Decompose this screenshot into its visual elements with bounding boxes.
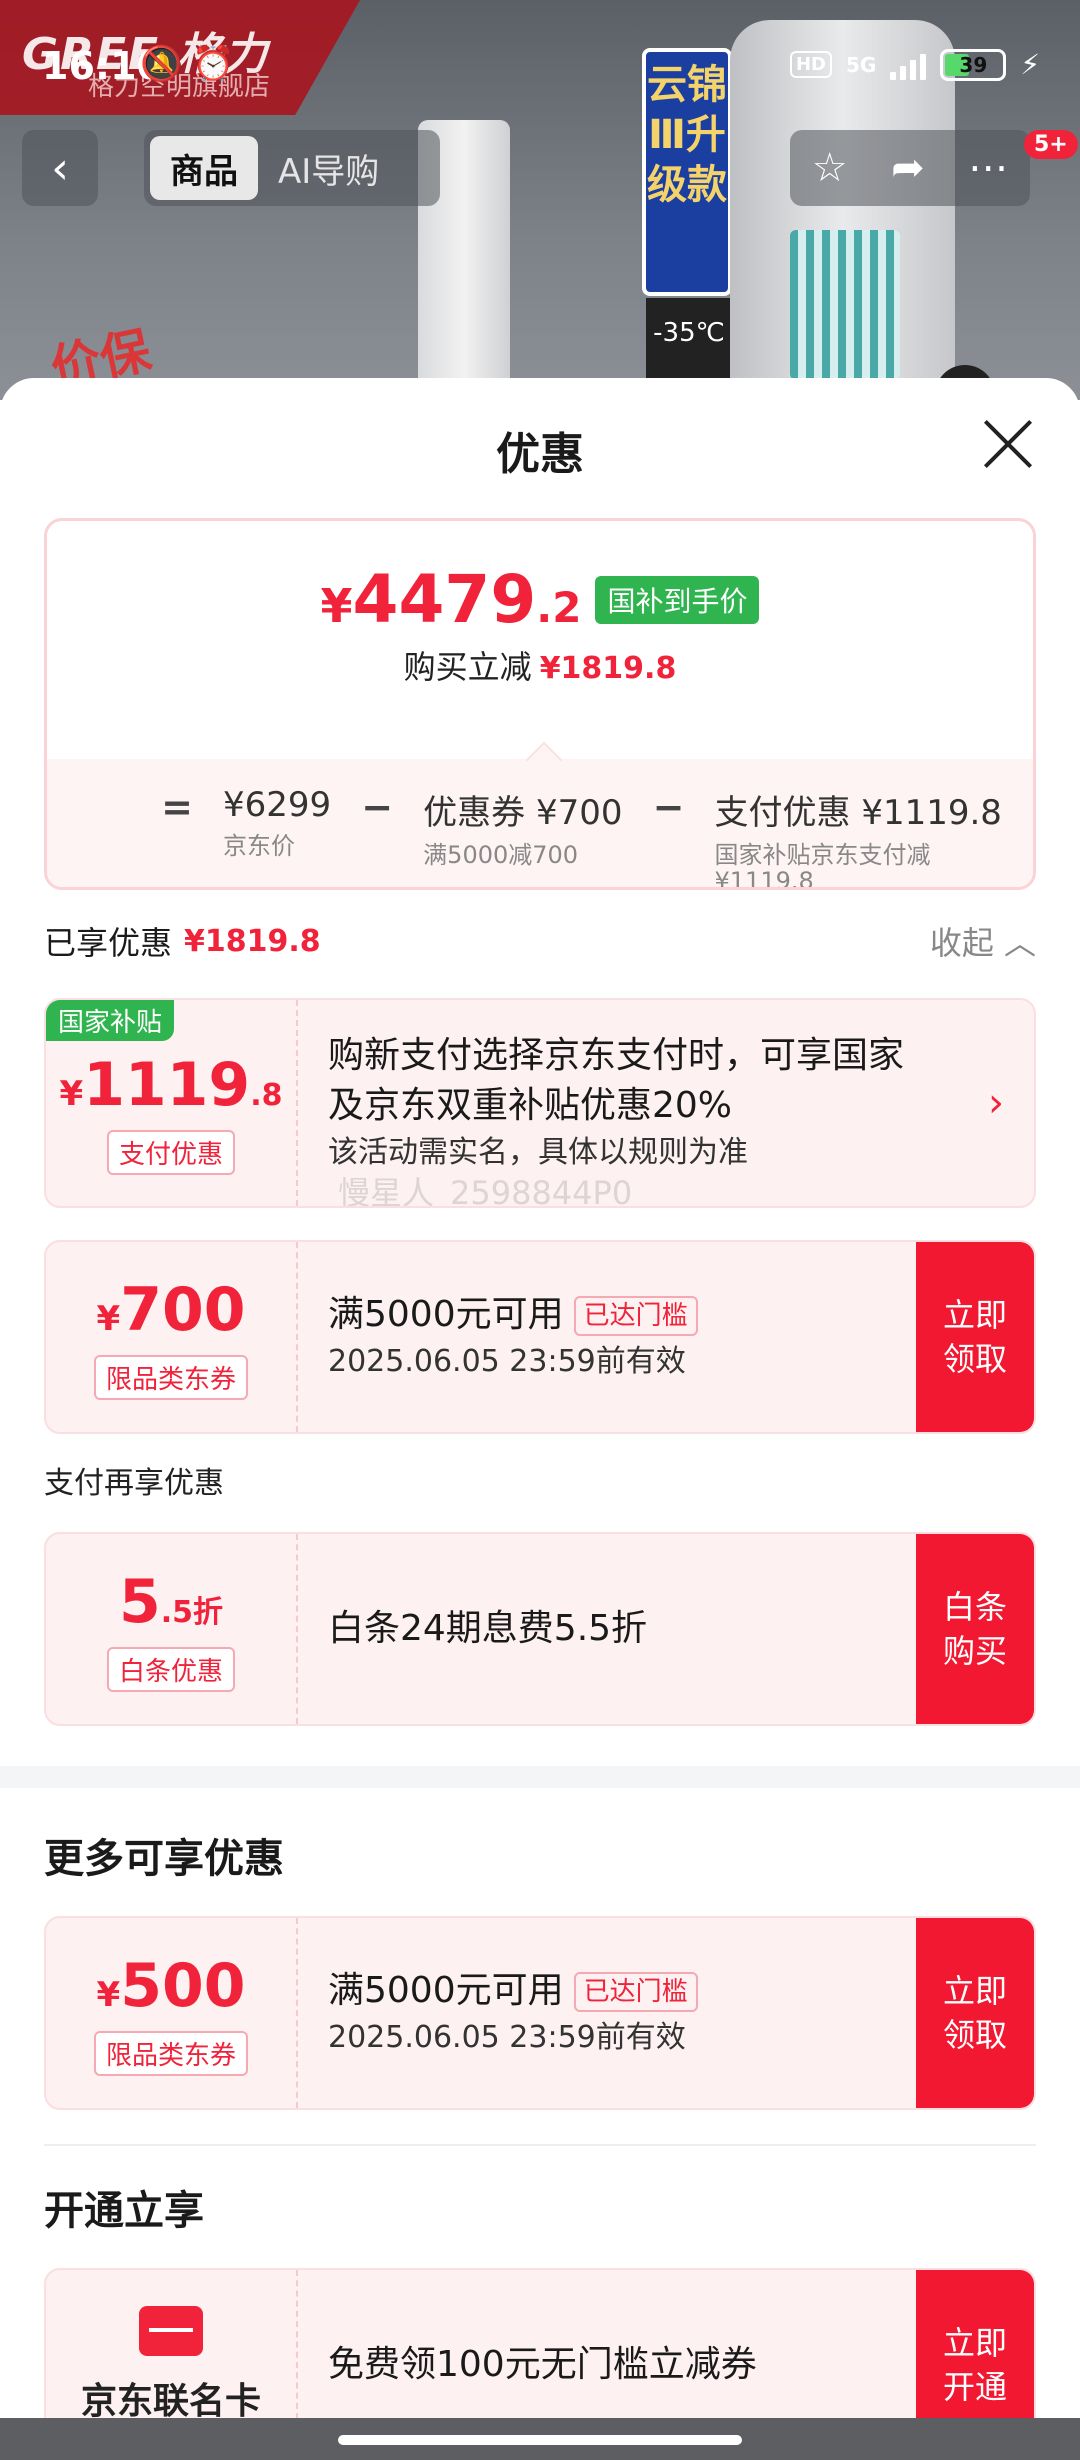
baitiao-card: 5 .5折 白条优惠 白条24期息费5.5折 白条购买	[44, 1532, 1036, 1726]
alarm-icon: ⏰	[192, 44, 245, 84]
pay-again-label: 支付再享优惠	[44, 1466, 224, 1501]
mute-icon: 🔕	[140, 44, 193, 84]
close-button[interactable]	[980, 416, 1036, 472]
open-cobrand-button[interactable]: 立即开通	[916, 2270, 1034, 2418]
tab-ai-guide[interactable]: AI导购	[258, 136, 399, 200]
minus-sign: −	[361, 785, 394, 829]
price-breakdown: = ¥6299 京东价 − 优惠券 ¥700 满5000减700 − 支付优惠 …	[47, 759, 1033, 890]
share-icon[interactable]: ➦	[891, 145, 925, 191]
tab-product[interactable]: 商品	[150, 136, 258, 200]
price-summary-card: ¥ 4479 .2 国补到手价 购买立减 ¥1819.8 = ¥6299 京东价 …	[44, 518, 1036, 890]
battery-level: 39	[959, 52, 988, 77]
more-icon[interactable]: ⋯	[968, 145, 1008, 191]
final-price: ¥ 4479 .2 国补到手价	[47, 561, 1033, 638]
back-button[interactable]: ‹	[22, 130, 98, 206]
pay-deduction: 支付优惠 ¥1119.8 国家补贴京东支付减 ¥1119.8	[714, 793, 1002, 890]
more-offers-title: 更多可享优惠	[44, 1836, 284, 1882]
home-indicator[interactable]	[338, 2435, 742, 2445]
status-icons-right: HD 5G 39 ⚡	[789, 48, 1040, 81]
baitiao-buy-button[interactable]: 白条购买	[916, 1534, 1034, 1724]
watermark: 慢星人_2598844P0	[338, 1174, 633, 1208]
battery-icon: 39	[940, 48, 1007, 81]
threshold-badge: 已达门槛	[573, 1972, 698, 2012]
charging-icon: ⚡	[1020, 48, 1040, 81]
top-nav: ‹ 商品 AI导购 ☆ ➦ ⋯	[0, 130, 1080, 208]
coupon-card-500: ¥ 500 限品类东券 满5000元可用 已达门槛 2025.06.05 23:5…	[44, 1916, 1036, 2110]
hd-icon: HD	[789, 51, 832, 78]
star-icon[interactable]: ☆	[812, 145, 848, 191]
coupon-card-700: ¥ 700 限品类东券 满5000元可用 已达门槛 2025.06.05 23:5…	[44, 1240, 1036, 1434]
subsidy-card[interactable]: 国家补贴 ¥ 1119 .8 支付优惠 购新支付选择京东支付时，可享国家 及京东…	[44, 998, 1036, 1208]
action-group: ☆ ➦ ⋯	[790, 130, 1030, 206]
coupon-deduction: 优惠券 ¥700 满5000减700	[423, 793, 623, 869]
open-to-enjoy-title: 开通立享	[44, 2188, 204, 2234]
enjoyed-value: ¥1819.8	[184, 923, 321, 959]
chevron-right-icon[interactable]: ›	[988, 1080, 1004, 1126]
tab-bar: 商品 AI导购	[144, 130, 440, 206]
signal-icon	[890, 50, 927, 80]
claim-coupon-button[interactable]: 立即领取	[916, 1242, 1034, 1432]
sheet-title: 优惠	[496, 429, 584, 480]
national-subsidy-tag: 国家补贴	[46, 1000, 175, 1041]
status-bar: 16:10 🔕⏰ HD 5G 39 ⚡	[0, 0, 1080, 140]
chevron-left-icon: ‹	[51, 142, 69, 194]
promo-sheet: 优惠 ¥ 4479 .2 国补到手价 购买立减 ¥1819.8 = ¥6299 京…	[0, 378, 1080, 2418]
enjoyed-row: 已享优惠 ¥1819.8 收起 ︿	[44, 918, 1036, 964]
message-badge: 5+	[1024, 130, 1078, 159]
cobrand-card: 京东联名卡 免费领100元无门槛立减券 立即开通	[44, 2268, 1036, 2418]
subsidy-price-tag: 国补到手价	[595, 575, 760, 624]
reduce-line: 购买立减 ¥1819.8	[403, 648, 677, 686]
status-icons-left: 🔕⏰	[140, 44, 245, 84]
jd-price: ¥6299 京东价	[223, 785, 332, 860]
equals-sign: =	[161, 785, 193, 829]
collapse-toggle[interactable]: 收起 ︿	[930, 918, 1036, 964]
credit-card-icon	[139, 2306, 203, 2356]
threshold-badge: 已达门槛	[573, 1296, 698, 1336]
network-label: 5G	[845, 52, 877, 77]
minus-sign: −	[652, 785, 685, 829]
claim-coupon-button[interactable]: 立即领取	[916, 1918, 1034, 2108]
